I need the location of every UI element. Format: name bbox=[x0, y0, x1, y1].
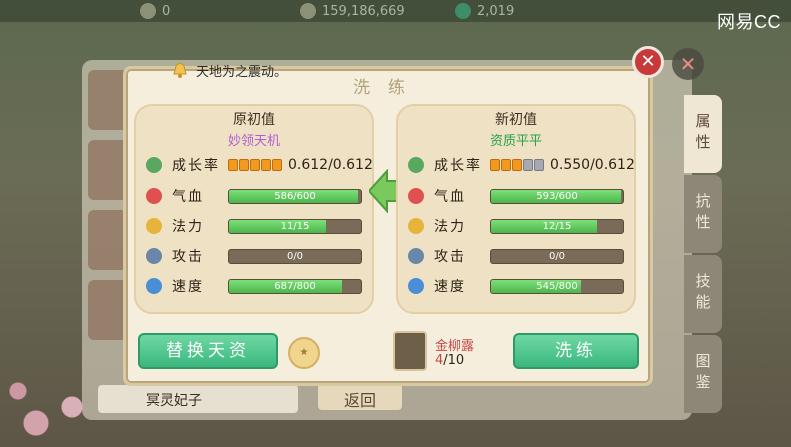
new-stat-row: 速度 545/800 bbox=[408, 275, 624, 297]
stat-bar: 586/600 bbox=[228, 188, 362, 204]
wash-button[interactable]: 洗练 bbox=[513, 333, 639, 369]
growth-segment bbox=[250, 159, 260, 171]
stat-bar: 545/800 bbox=[490, 278, 624, 294]
growth-segment bbox=[534, 159, 544, 171]
item-name: 金柳露 bbox=[435, 339, 475, 354]
flower-decoration bbox=[0, 367, 120, 447]
gem-value: 2,019 bbox=[477, 3, 515, 19]
new-growth-row: 成长率 0.550/0.612 bbox=[408, 154, 635, 176]
money-resource: 159,186,669 bbox=[300, 2, 405, 20]
original-growth-row: 成长率 0.612/0.612 bbox=[146, 154, 373, 176]
pet-list-item[interactable] bbox=[88, 140, 128, 200]
dialog-close-button[interactable]: ✕ bbox=[632, 46, 664, 78]
growth-value: 0.612/0.612 bbox=[288, 157, 373, 173]
growth-segment bbox=[512, 159, 522, 171]
gem-icon bbox=[455, 3, 471, 19]
system-notice: 天地为之震动。 bbox=[170, 60, 287, 80]
growth-label: 成长率 bbox=[172, 158, 220, 174]
new-stat-row: 气血 593/600 bbox=[408, 185, 624, 207]
speed-icon bbox=[408, 278, 424, 294]
background-close-button[interactable]: ✕ bbox=[672, 48, 704, 80]
growth-segment bbox=[239, 159, 249, 171]
growth-segments bbox=[490, 159, 544, 171]
stat-label: 气血 bbox=[172, 189, 204, 205]
pet-list-item[interactable] bbox=[88, 70, 128, 130]
original-stat-row: 气血 586/600 bbox=[146, 185, 362, 207]
original-subtitle: 妙领天机 bbox=[227, 134, 280, 149]
sword-icon bbox=[408, 248, 424, 264]
tab-attributes[interactable]: 属性 bbox=[684, 95, 722, 173]
new-stat-row: 法力 12/15 bbox=[408, 215, 624, 237]
stat-bar: 687/800 bbox=[228, 278, 362, 294]
coin-icon bbox=[140, 3, 156, 19]
original-stat-row: 法力 11/15 bbox=[146, 215, 362, 237]
bell-icon bbox=[173, 63, 187, 78]
stat-bar: 12/15 bbox=[490, 218, 624, 234]
coin-value: 0 bbox=[162, 3, 171, 19]
new-stats-card: 新初值 资质平平 成长率 0.550/0.612 气血 593/600 法力 1… bbox=[396, 104, 636, 314]
mana-icon bbox=[146, 218, 162, 234]
pet-list-name[interactable]: 冥灵妃子 bbox=[98, 385, 298, 413]
speed-icon bbox=[146, 278, 162, 294]
original-heading: 原初值 bbox=[233, 112, 275, 128]
growth-segment bbox=[501, 159, 511, 171]
growth-label: 成长率 bbox=[434, 158, 482, 174]
side-tabs: 属性 抗性 技能 图鉴 bbox=[684, 95, 724, 415]
item-count: 4/10 bbox=[435, 353, 465, 368]
growth-segment bbox=[490, 159, 500, 171]
potion-icon[interactable] bbox=[393, 331, 427, 371]
new-subtitle: 资质平平 bbox=[489, 134, 542, 149]
growth-segment bbox=[523, 159, 533, 171]
mana-icon bbox=[408, 218, 424, 234]
new-heading: 新初值 bbox=[495, 112, 537, 128]
growth-value: 0.550/0.612 bbox=[550, 157, 635, 173]
notice-text: 天地为之震动。 bbox=[196, 64, 288, 80]
stat-label: 法力 bbox=[172, 219, 204, 235]
watermark-logo: 网易CC bbox=[717, 12, 781, 32]
stat-label: 攻击 bbox=[434, 249, 466, 265]
tab-catalog[interactable]: 图鉴 bbox=[684, 335, 722, 413]
return-button[interactable]: 返回 bbox=[318, 384, 402, 410]
wash-dialog: 洗练 原初值 妙领天机 成长率 0.612/0.612 气血 586/600 法… bbox=[123, 66, 653, 386]
stat-label: 速度 bbox=[434, 279, 466, 295]
stat-bar: 11/15 bbox=[228, 218, 362, 234]
coin-resource: 0 bbox=[140, 2, 170, 20]
stat-label: 攻击 bbox=[172, 249, 204, 265]
resource-bar: 0 159,186,669 2,019 bbox=[0, 0, 791, 22]
stat-label: 气血 bbox=[434, 189, 466, 205]
heart-icon bbox=[146, 188, 162, 204]
gem-resource: 2,019 bbox=[455, 2, 514, 20]
tab-resistance[interactable]: 抗性 bbox=[684, 175, 722, 253]
new-stat-row: 攻击 0/0 bbox=[408, 245, 624, 267]
growth-segment bbox=[228, 159, 238, 171]
sword-icon bbox=[146, 248, 162, 264]
money-icon bbox=[300, 3, 316, 19]
stat-bar: 0/0 bbox=[228, 248, 362, 264]
money-value: 159,186,669 bbox=[322, 3, 405, 19]
medal-icon[interactable]: ★ bbox=[288, 337, 320, 369]
tab-skills[interactable]: 技能 bbox=[684, 255, 722, 333]
replace-aptitude-button[interactable]: 替换天资 bbox=[138, 333, 278, 369]
leaf-icon bbox=[408, 157, 424, 173]
pet-list-item[interactable] bbox=[88, 210, 128, 270]
growth-segment bbox=[261, 159, 271, 171]
pet-list-item[interactable] bbox=[88, 280, 128, 340]
heart-icon bbox=[408, 188, 424, 204]
stat-label: 法力 bbox=[434, 219, 466, 235]
original-stat-row: 速度 687/800 bbox=[146, 275, 362, 297]
leaf-icon bbox=[146, 157, 162, 173]
stat-bar: 593/600 bbox=[490, 188, 624, 204]
stat-label: 速度 bbox=[172, 279, 204, 295]
original-stats-card: 原初值 妙领天机 成长率 0.612/0.612 气血 586/600 法力 1… bbox=[134, 104, 374, 314]
stat-bar: 0/0 bbox=[490, 248, 624, 264]
growth-segments bbox=[228, 159, 282, 171]
original-stat-row: 攻击 0/0 bbox=[146, 245, 362, 267]
growth-segment bbox=[272, 159, 282, 171]
